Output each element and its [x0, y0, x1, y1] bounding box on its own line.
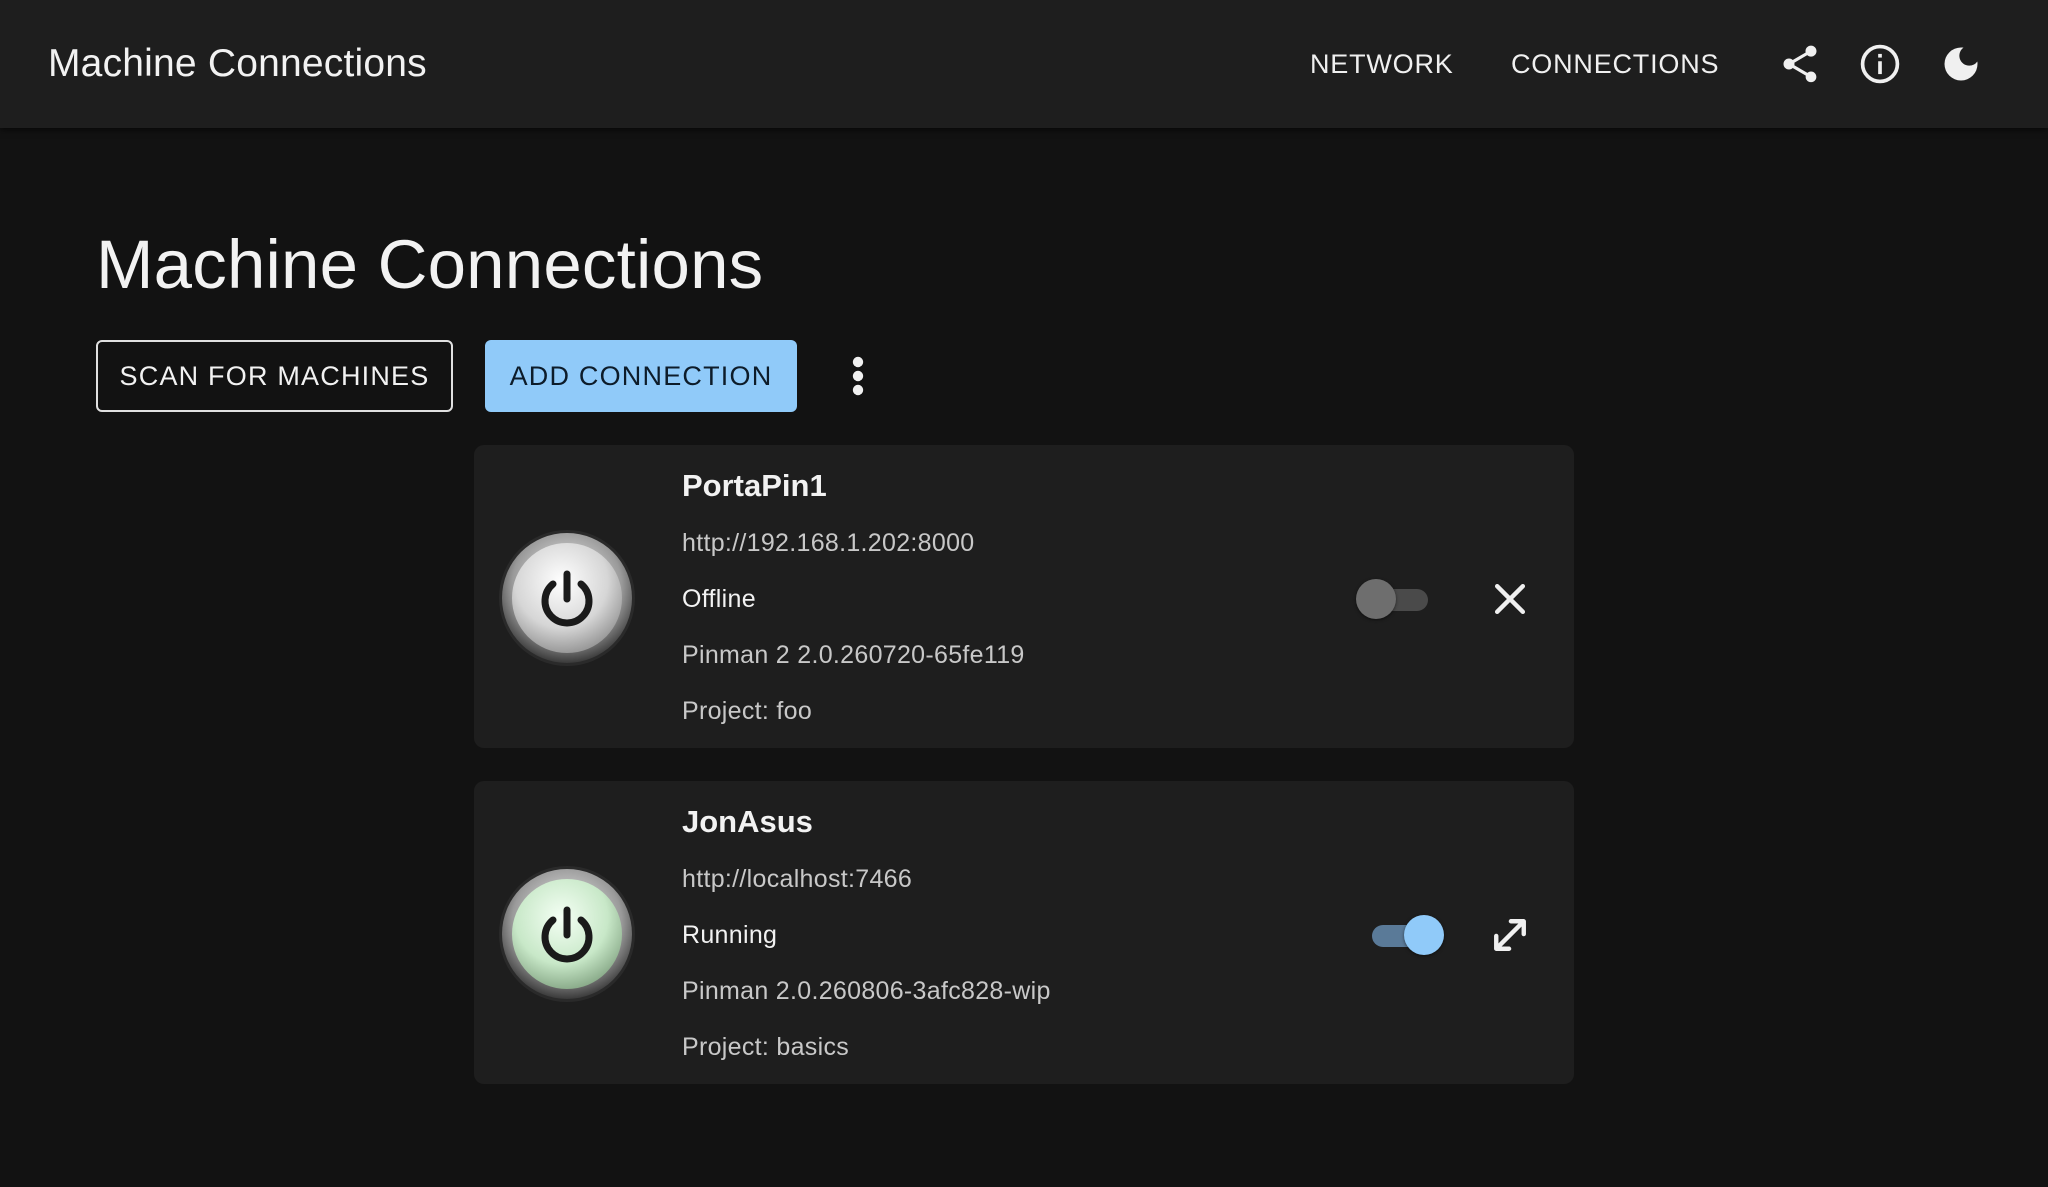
page-title: Machine Connections — [96, 226, 764, 303]
connection-project: Project: basics — [682, 1033, 850, 1061]
expand-icon[interactable] — [1488, 913, 1532, 957]
toggle-thumb — [1356, 579, 1396, 619]
connection-name: JonAsus — [682, 804, 813, 839]
connection-status: Offline — [682, 585, 756, 613]
connection-status: Running — [682, 921, 778, 949]
nav-network[interactable]: NETWORK — [1310, 47, 1454, 81]
power-button-icon[interactable] — [498, 529, 636, 667]
dark-mode-icon[interactable] — [1939, 42, 1983, 86]
connection-project: Project: foo — [682, 697, 813, 725]
connection-card: PortaPin1 http://192.168.1.202:8000 Offl… — [474, 445, 1574, 748]
connection-enable-toggle[interactable] — [1364, 915, 1444, 955]
connection-version: Pinman 2.0.260806-3afc828-wip — [682, 977, 1051, 1005]
app-title: Machine Connections — [48, 42, 427, 85]
close-icon[interactable] — [1488, 577, 1532, 621]
connection-card: JonAsus http://localhost:7466 Running Pi… — [474, 781, 1574, 1084]
scan-for-machines-button[interactable]: SCAN FOR MACHINES — [96, 340, 453, 412]
share-icon[interactable] — [1778, 42, 1822, 86]
app-bar: Machine Connections NETWORK CONNECTIONS — [0, 0, 2048, 128]
connection-enable-toggle[interactable] — [1356, 579, 1436, 619]
nav-connections[interactable]: CONNECTIONS — [1511, 47, 1719, 81]
more-vert-icon[interactable] — [840, 354, 876, 398]
connection-version: Pinman 2 2.0.260720-65fe119 — [682, 641, 1025, 669]
add-connection-button[interactable]: ADD CONNECTION — [485, 340, 797, 412]
connection-name: PortaPin1 — [682, 468, 827, 503]
connection-url: http://192.168.1.202:8000 — [682, 529, 975, 557]
toggle-thumb — [1404, 915, 1444, 955]
power-button-icon[interactable] — [498, 865, 636, 1003]
connection-url: http://localhost:7466 — [682, 865, 913, 893]
info-icon[interactable] — [1858, 42, 1902, 86]
